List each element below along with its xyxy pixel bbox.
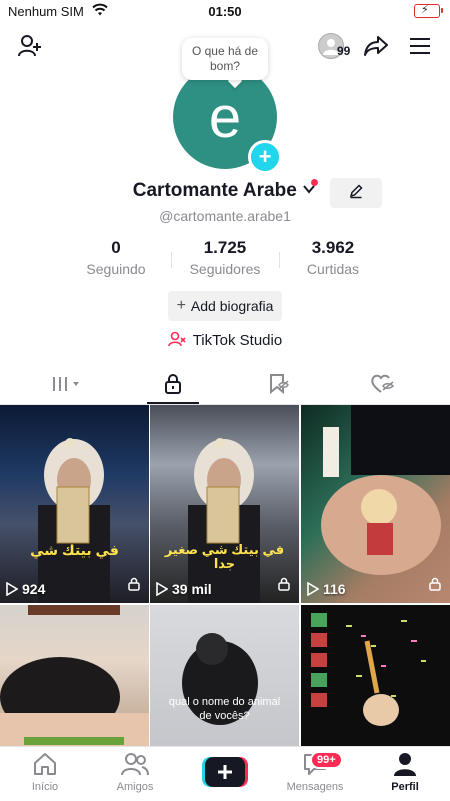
nav-home[interactable]: Início [0,747,90,801]
tab-private[interactable] [117,368,229,404]
likes-stat[interactable]: 3.962 Curtidas [278,238,388,277]
video-6-art [311,613,426,726]
tab-videos[interactable] [12,368,124,404]
followers-count: 1.725 [203,238,247,257]
video-2-art [188,438,260,603]
likes-label: Curtidas [306,261,360,277]
share-icon[interactable] [362,32,390,60]
video-3-art [321,405,450,575]
view-count-text: 924 [22,581,46,597]
video-overlay-text: في بيتك شي [30,542,119,558]
video-1-art [38,438,110,603]
active-tab-indicator [147,402,199,404]
studio-label: TikTok Studio [192,332,283,349]
nav-label: Início [31,781,59,793]
video-overlay-text: qual o nome do animal de vocês? [168,696,281,722]
lock-icon [127,577,141,596]
home-icon [0,747,90,777]
tab-liked[interactable] [327,368,439,404]
menu-icon[interactable] [406,32,434,60]
add-bio-label: Add biografia [190,298,274,314]
video-overlay-text: في بيتك شي صغير جدا [164,542,285,571]
username: @cartomante.arabe1 [159,208,291,224]
plus-icon: + [176,297,186,314]
following-label: Seguindo [86,261,146,277]
view-count-text: 39 mil [172,581,212,597]
add-friend-icon[interactable] [16,32,44,60]
view-count: 39 mil [156,581,212,597]
video-thumbnail[interactable]: في بيتك شي 924 [0,405,149,603]
tab-reposts[interactable] [222,368,334,404]
bottom-nav: Início Amigos Mensagens 99+ Perfil [0,746,450,801]
nav-label: Perfil [391,781,419,793]
video-5-art [182,633,258,725]
likes-count: 3.962 [311,238,355,257]
video-4-art [0,605,149,746]
video-thumbnail[interactable]: في بيتك شي صغير جدا 39 mil [150,405,299,603]
edit-profile-button[interactable] [330,178,382,208]
bubble-text: O que há de bom? [191,44,259,73]
profile-icon [360,747,450,777]
story-count: 99 [337,44,351,58]
view-count: 116 [307,581,346,597]
following-stat[interactable]: 0 Seguindo [61,238,171,277]
lock-icon [428,577,442,596]
lock-icon [163,373,183,400]
following-count: 0 [111,238,121,257]
studio-user-icon [167,330,186,352]
tiktok-studio-link[interactable]: TikTok Studio [0,330,450,352]
heart-hidden-icon [370,373,396,400]
status-bar: Nenhum SIM 01:50 ⚡ [0,0,450,24]
pencil-icon [348,183,364,204]
video-thumbnail[interactable]: qual o nome do animal de vocês? [150,605,299,746]
nav-friends[interactable]: Amigos [90,747,180,801]
avatar-letter: e [208,84,242,150]
clock-text: 01:50 [208,4,242,19]
stories-avatar-button[interactable]: 99 [318,33,352,61]
nav-label: Amigos [116,781,154,793]
followers-stat[interactable]: 1.725 Seguidores [170,238,280,277]
video-thumbnail[interactable] [301,605,450,746]
battery-icon: ⚡ [414,4,443,18]
nav-profile[interactable]: Perfil [360,747,450,801]
friends-icon [90,747,180,777]
add-story-plus-icon[interactable]: + [248,140,282,174]
display-name: Cartomante Arabe [132,180,297,201]
grid-filter-icon [51,375,85,398]
status-bubble[interactable]: O que há de bom? [182,38,268,80]
notification-dot [311,179,318,186]
video-thumbnail[interactable] [0,605,149,746]
display-name-row[interactable]: Cartomante Arabe [0,180,450,202]
nav-label: Mensagens [286,781,344,793]
view-count-text: 116 [323,581,346,597]
lock-icon [277,577,291,596]
profile-tabs [0,368,450,405]
video-thumbnail[interactable]: 116 [301,405,450,603]
view-count: 924 [6,581,45,597]
followers-label: Seguidores [189,261,261,277]
create-button[interactable] [202,757,248,787]
messages-badge: 99+ [310,751,343,769]
add-bio-button[interactable]: + Add biografia [168,291,282,321]
bookmark-hidden-icon [267,373,289,400]
